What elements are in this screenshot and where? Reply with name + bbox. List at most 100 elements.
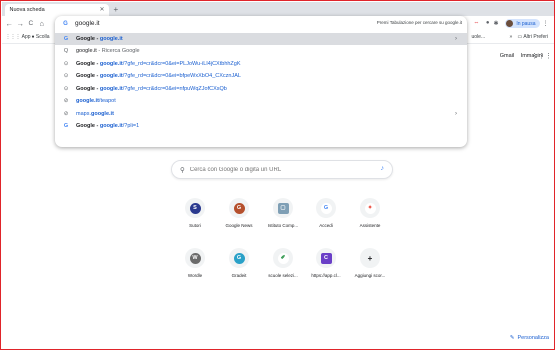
- tab-strip: Nuova scheda ✕ +: [1, 1, 554, 16]
- shortcut-tile[interactable]: ✐ scuole selezi...: [263, 248, 303, 278]
- omnibox-input[interactable]: G google.it Premi Tabulazione per cercar…: [55, 16, 467, 32]
- shortcut-tile[interactable]: G Accedi: [306, 198, 346, 228]
- shortcut-label: Sutori: [189, 223, 201, 228]
- customize-button[interactable]: ✎ Personalizza: [510, 335, 549, 341]
- avatar: [506, 20, 514, 27]
- suggestion-domain: google.it: [99, 60, 123, 67]
- suggestion-row[interactable]: ⊙ Google - google.it/?gfe_rd=cr&dcr=0&ei…: [55, 83, 467, 96]
- search-icon: Q: [63, 48, 69, 55]
- chevron-right-icon[interactable]: ›: [455, 111, 457, 117]
- istituto-icon: ▢: [277, 202, 289, 214]
- shortcut-circle: G: [316, 198, 336, 218]
- suggestion-rest: - Ricerca Google: [98, 48, 140, 55]
- bookmark-apps[interactable]: ⋮⋮⋮ App: [6, 34, 31, 40]
- omnibox-dropdown: G google.it Premi Tabulazione per cercar…: [55, 15, 467, 147]
- history-icon: ⊙: [63, 73, 69, 80]
- tab-title: Nuova scheda: [9, 6, 45, 13]
- home-icon[interactable]: ⌂: [40, 19, 45, 29]
- suggestion-rest: /?gfe_rd=cr&dcr=0&ei=bfpeWxXbO4_CXcznJAL: [122, 73, 241, 80]
- shortcut-tile[interactable]: C https://app.cl...: [306, 248, 346, 278]
- shortcut-tile[interactable]: G Gradeit: [219, 248, 259, 278]
- profile-label: In pausa: [516, 20, 536, 27]
- google-g-icon: G: [63, 35, 69, 42]
- ntp-search-input[interactable]: [189, 166, 370, 173]
- shortcut-tile[interactable]: ▢ Istituto Comp...: [263, 198, 303, 228]
- google-news-icon: G: [233, 202, 245, 214]
- bookmark-other-folder[interactable]: ▭ Altri Preferi: [518, 34, 549, 40]
- ntp-search-box[interactable]: ⚲ ♪: [171, 160, 393, 179]
- shortcut-circle: G: [229, 198, 249, 218]
- suggestion-row[interactable]: Q google.it - Ricerca Google: [55, 45, 467, 58]
- tab-close-icon[interactable]: ✕: [99, 6, 104, 13]
- wordle-icon: W: [189, 252, 201, 264]
- omnibox-value: google.it: [75, 20, 100, 27]
- sutori-icon: S: [189, 202, 201, 214]
- suggestion-prefix: maps.: [76, 110, 91, 117]
- suggestion-rest: /teapot: [98, 98, 116, 105]
- extension-icon[interactable]: ⇔: [474, 20, 480, 26]
- suggestion-domain: google.it: [99, 85, 123, 92]
- suggestion-domain: google.it: [90, 110, 114, 117]
- shortcut-tile[interactable]: S Sutori: [175, 198, 215, 228]
- suggestion-rest: /?pli=1: [122, 123, 140, 130]
- bookmark-uole[interactable]: uole...: [472, 34, 486, 40]
- shortcut-circle: W: [185, 248, 205, 268]
- scuole-icon: ✐: [277, 252, 289, 264]
- google-g-icon: G: [63, 123, 69, 130]
- shortcut-tile[interactable]: ✦ Assistente: [350, 198, 390, 228]
- shortcut-label: Gradeit: [231, 273, 247, 278]
- suggestion-row[interactable]: ⊙ Google - google.it/?gfe_rd=cr&dcr=0&ei…: [55, 58, 467, 71]
- suggestion-domain: google.it: [99, 123, 123, 130]
- suggestion-rest: /?gfe_rd=cr&dcr=0&ei=PLJoWu-iLI4jCXtbhhZ…: [122, 60, 241, 67]
- profile-button[interactable]: In pausa ⋮: [505, 19, 549, 28]
- shortcut-circle: ✦: [360, 198, 380, 218]
- bookmark-scolla[interactable]: ● Scolla: [32, 34, 50, 40]
- history-icon: ⊙: [63, 60, 69, 67]
- bookmark-other-label: Altri Preferi: [523, 33, 549, 40]
- extension-icon-2[interactable]: ●: [486, 20, 490, 26]
- shortcut-label: Wordle: [187, 273, 203, 278]
- suggestion-row[interactable]: ⊙ Google - google.it/?gfe_rd=cr&dcr=0&ei…: [55, 70, 467, 83]
- shortcut-label: Accedi: [319, 223, 333, 228]
- forward-icon[interactable]: →: [17, 19, 25, 29]
- microphone-icon[interactable]: ♪: [381, 165, 385, 172]
- shortcut-tile[interactable]: W Wordle: [175, 248, 215, 278]
- chevron-right-icon[interactable]: ›: [455, 36, 457, 42]
- extensions-puzzle-icon[interactable]: ✱: [493, 20, 498, 27]
- suggestion-row[interactable]: G Google - google.it ›: [55, 32, 467, 45]
- suggestion-domain: google.it: [99, 35, 123, 42]
- suggestion-prefix: Google -: [76, 85, 99, 92]
- suggestion-row[interactable]: ⊘ google.it/teapot: [55, 95, 467, 108]
- add-shortcut-tile[interactable]: + Aggiungi scor...: [350, 248, 390, 278]
- shortcut-label: Assistente: [359, 223, 381, 228]
- shortcut-circle: ✐: [273, 248, 293, 268]
- history-icon: ⊙: [63, 85, 69, 92]
- suggestion-prefix: Google -: [76, 35, 99, 42]
- shortcut-label: https://app.cl...: [311, 273, 341, 278]
- shortcut-tile[interactable]: G Google News: [219, 198, 259, 228]
- google-g-icon: G: [63, 20, 68, 27]
- back-icon[interactable]: ←: [6, 19, 14, 29]
- suggestion-prefix: Google -: [76, 73, 99, 80]
- reload-icon[interactable]: C: [29, 19, 34, 29]
- bookmark-more-icon[interactable]: »: [510, 34, 513, 40]
- tab-new-tab[interactable]: Nuova scheda ✕: [4, 3, 109, 16]
- shortcut-label: Aggiungi scor...: [354, 273, 386, 278]
- menu-kebab-icon[interactable]: ⋮: [543, 20, 549, 27]
- suggestion-row[interactable]: G Google - google.it/?pli=1: [55, 120, 467, 133]
- bookmark-scolla-label: Scolla: [35, 33, 50, 40]
- gmail-link[interactable]: Gmail: [500, 53, 514, 59]
- new-tab-button[interactable]: +: [114, 5, 119, 14]
- google-apps-icon[interactable]: ⋮⋮⋮: [531, 52, 552, 60]
- shortcut-label: scuole selezi...: [268, 273, 298, 278]
- globe-icon: ⊘: [63, 98, 69, 105]
- search-icon: ⚲: [180, 166, 185, 174]
- classroom-app-icon: C: [320, 252, 332, 264]
- shortcut-circle: G: [229, 248, 249, 268]
- bookmark-apps-label: App: [21, 33, 31, 40]
- profile-paused-badge[interactable]: In pausa: [505, 19, 540, 28]
- shortcut-circle: S: [185, 198, 205, 218]
- suggestion-prefix: google.it: [76, 48, 97, 55]
- shortcut-circle: +: [360, 248, 380, 268]
- suggestion-row[interactable]: ⊘ maps. google.it ›: [55, 108, 467, 121]
